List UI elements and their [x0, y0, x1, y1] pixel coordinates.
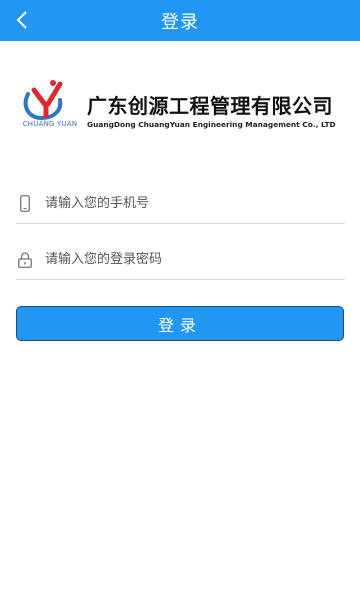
back-button[interactable]: [10, 8, 34, 32]
logo-subtext: CHUANG YUAN: [22, 120, 78, 128]
password-input[interactable]: [45, 252, 345, 267]
page-title: 登录: [161, 11, 199, 33]
phone-field: [16, 184, 345, 224]
login-screen: 登录 CHUANG YUAN 广东创源工程管理有限公司 GuangDong Ch…: [0, 0, 360, 591]
phone-icon: [17, 194, 33, 214]
company-name-en: GuangDong ChuangYuan Engineering Managem…: [87, 120, 336, 129]
company-name-cn: 广东创源工程管理有限公司: [87, 94, 333, 118]
app-header: 登录: [0, 0, 360, 41]
login-button[interactable]: 登录: [16, 306, 344, 341]
password-field: [16, 240, 345, 280]
phone-input[interactable]: [45, 196, 345, 211]
lock-icon: [17, 250, 33, 270]
chevron-left-icon: [16, 11, 27, 29]
company-logo-block: CHUANG YUAN 广东创源工程管理有限公司 GuangDong Chuan…: [20, 76, 350, 136]
